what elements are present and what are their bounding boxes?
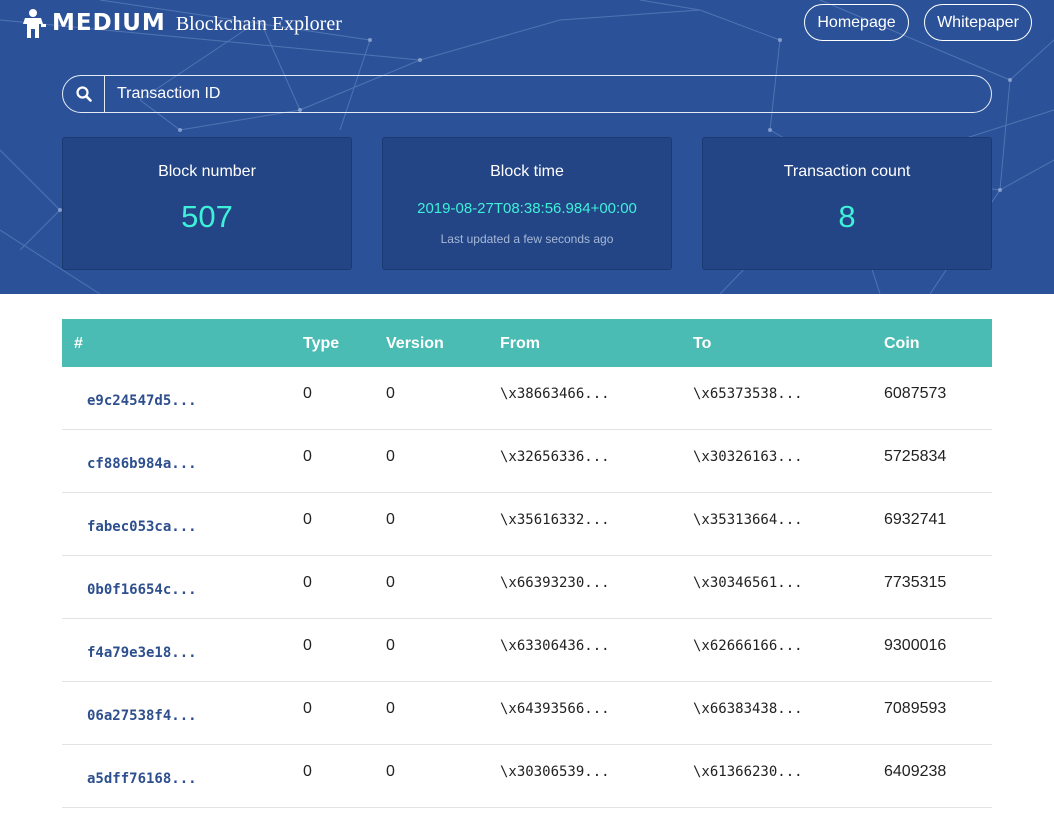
table-row: 0b0f16654c... 0 0 \x66393230... \x303465… xyxy=(62,556,992,619)
last-updated-text: Last updated a few seconds ago xyxy=(440,232,614,246)
header-type: Type xyxy=(303,335,340,352)
from-cell: \x63306436... xyxy=(500,638,610,654)
table-row: fabec053ca... 0 0 \x35616332... \x353136… xyxy=(62,493,992,556)
table-row: 06a27538f4... 0 0 \x64393566... \x663834… xyxy=(62,682,992,745)
transaction-hash-link[interactable]: fabec053ca... xyxy=(87,519,197,535)
type-cell: 0 xyxy=(303,763,312,780)
to-cell: \x66383438... xyxy=(693,701,803,717)
from-cell: \x30306539... xyxy=(500,764,610,780)
type-cell: 0 xyxy=(303,700,312,717)
search-bar[interactable]: Transaction ID xyxy=(62,75,992,113)
medium-logo-icon xyxy=(23,9,46,38)
header-to: To xyxy=(693,335,712,352)
table-row: cf886b984a... 0 0 \x32656336... \x303261… xyxy=(62,430,992,493)
version-cell: 0 xyxy=(386,763,395,780)
block-time-card: Block time 2019-08-27T08:38:56.984+00:00… xyxy=(382,137,672,270)
table-row: f4a79e3e18... 0 0 \x63306436... \x626661… xyxy=(62,619,992,682)
block-number-value: 507 xyxy=(181,199,233,234)
homepage-button[interactable]: Homepage xyxy=(804,4,909,41)
transaction-hash-link[interactable]: 06a27538f4... xyxy=(87,708,197,724)
logo-text: MEDIUM xyxy=(52,10,166,36)
transaction-hash-link[interactable]: a5dff76168... xyxy=(87,771,197,787)
from-cell: \x32656336... xyxy=(500,449,610,465)
block-time-label: Block time xyxy=(490,163,564,180)
coin-cell: 7089593 xyxy=(884,700,947,717)
coin-cell: 6932741 xyxy=(884,511,947,528)
type-cell: 0 xyxy=(303,385,312,402)
to-cell: \x30326163... xyxy=(693,449,803,465)
block-time-value: 2019-08-27T08:38:56.984+00:00 xyxy=(417,200,637,217)
site-subtitle: Blockchain Explorer xyxy=(175,13,342,35)
coin-cell: 6087573 xyxy=(884,385,947,402)
transaction-hash-link[interactable]: e9c24547d5... xyxy=(87,393,197,409)
version-cell: 0 xyxy=(386,574,395,591)
coin-cell: 6409238 xyxy=(884,763,947,780)
to-cell: \x65373538... xyxy=(693,386,803,402)
header-version: Version xyxy=(386,335,444,352)
transaction-count-label: Transaction count xyxy=(783,163,911,180)
brand[interactable]: MEDIUM Blockchain Explorer xyxy=(22,6,342,40)
transaction-hash-link[interactable]: 0b0f16654c... xyxy=(87,582,197,598)
version-cell: 0 xyxy=(386,511,395,528)
to-cell: \x30346561... xyxy=(693,575,803,591)
version-cell: 0 xyxy=(386,637,395,654)
transactions-table: # Type Version From To Coin e9c24547d5..… xyxy=(62,319,992,808)
header-hash: # xyxy=(74,335,83,352)
transaction-hash-link[interactable]: f4a79e3e18... xyxy=(87,645,197,661)
header-coin: Coin xyxy=(884,335,920,352)
table-row: e9c24547d5... 0 0 \x38663466... \x653735… xyxy=(62,367,992,430)
transaction-hash-link[interactable]: cf886b984a... xyxy=(87,456,197,472)
type-cell: 0 xyxy=(303,637,312,654)
transaction-count-value: 8 xyxy=(838,199,856,234)
table-header: # Type Version From To Coin xyxy=(62,319,992,367)
version-cell: 0 xyxy=(386,385,395,402)
to-cell: \x62666166... xyxy=(693,638,803,654)
from-cell: \x38663466... xyxy=(500,386,610,402)
type-cell: 0 xyxy=(303,574,312,591)
type-cell: 0 xyxy=(303,448,312,465)
from-cell: \x35616332... xyxy=(500,512,610,528)
block-number-card: Block number 507 xyxy=(62,137,352,270)
hero-banner: MEDIUM Blockchain Explorer Homepage Whit… xyxy=(0,0,1054,294)
table-row: a5dff76168... 0 0 \x30306539... \x613662… xyxy=(62,745,992,808)
block-number-label: Block number xyxy=(158,163,256,180)
version-cell: 0 xyxy=(386,448,395,465)
to-cell: \x61366230... xyxy=(693,764,803,780)
whitepaper-button[interactable]: Whitepaper xyxy=(924,4,1032,41)
version-cell: 0 xyxy=(386,700,395,717)
from-cell: \x64393566... xyxy=(500,701,610,717)
from-cell: \x66393230... xyxy=(500,575,610,591)
to-cell: \x35313664... xyxy=(693,512,803,528)
transaction-count-card: Transaction count 8 xyxy=(702,137,992,270)
coin-cell: 5725834 xyxy=(884,448,947,465)
search-icon[interactable] xyxy=(63,76,105,112)
coin-cell: 9300016 xyxy=(884,637,947,654)
header-from: From xyxy=(500,335,540,352)
search-input[interactable]: Transaction ID xyxy=(105,85,220,103)
type-cell: 0 xyxy=(303,511,312,528)
coin-cell: 7735315 xyxy=(884,574,947,591)
